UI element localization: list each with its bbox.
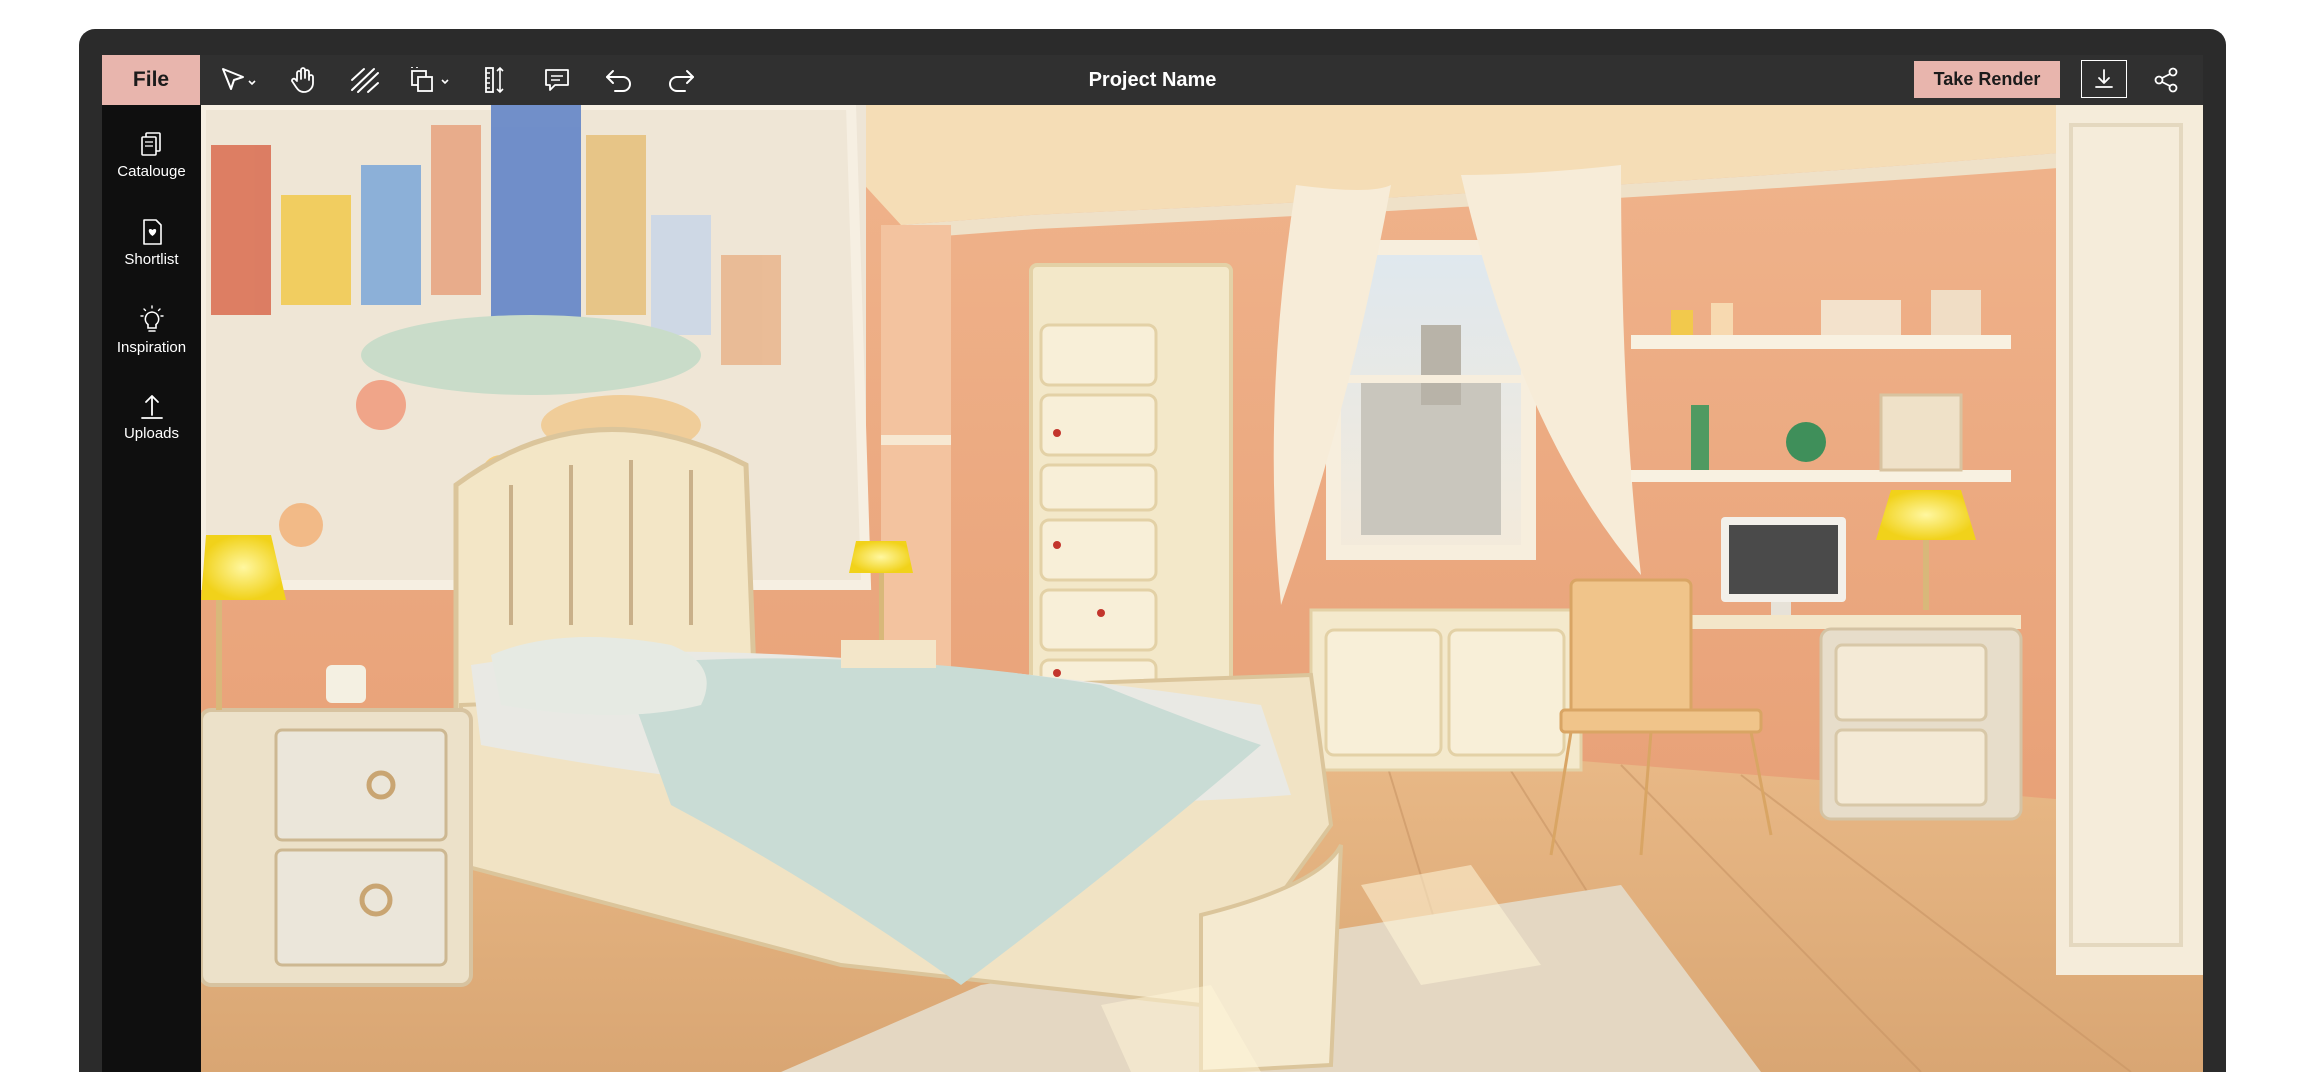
app-window: File Project Name Take Render Catalouge … bbox=[79, 29, 2226, 1072]
top-toolbar: File Project Name Take Render bbox=[102, 55, 2203, 105]
undo-icon bbox=[606, 70, 631, 92]
undo-button[interactable] bbox=[599, 64, 639, 96]
sidebar-item-label: Catalouge bbox=[117, 163, 186, 180]
shortlist-icon bbox=[142, 219, 162, 245]
comment-icon bbox=[545, 69, 569, 91]
share-icon bbox=[2154, 67, 2178, 93]
cursor-arrow-icon bbox=[222, 68, 256, 90]
catalogue-icon bbox=[140, 132, 161, 156]
object-tool-button[interactable] bbox=[407, 64, 455, 96]
bedroom-render-image bbox=[201, 105, 2203, 1072]
redo-icon bbox=[669, 70, 694, 92]
comment-tool-button[interactable] bbox=[537, 64, 577, 96]
sidebar-item-label: Uploads bbox=[123, 425, 180, 442]
upload-icon bbox=[140, 395, 163, 419]
sidebar-item-uploads[interactable]: Uploads bbox=[102, 389, 201, 463]
take-render-button[interactable]: Take Render bbox=[1914, 61, 2060, 98]
sidebar-item-inspiration[interactable]: Inspiration bbox=[102, 303, 201, 377]
measure-tool-button[interactable] bbox=[475, 64, 515, 96]
sidebar-item-label: Shortlist bbox=[124, 251, 179, 268]
lightbulb-icon bbox=[139, 305, 164, 332]
download-button[interactable] bbox=[2081, 60, 2127, 98]
download-icon bbox=[2095, 69, 2113, 88]
project-name-title[interactable]: Project Name bbox=[1089, 55, 1217, 105]
redo-button[interactable] bbox=[661, 64, 701, 96]
file-menu-button[interactable]: File bbox=[102, 55, 200, 105]
share-button[interactable] bbox=[2148, 62, 2184, 98]
left-sidebar: Catalouge Shortlist Inspiration Uploads bbox=[102, 105, 201, 1072]
render-canvas[interactable] bbox=[201, 105, 2203, 1072]
ruler-icon bbox=[485, 66, 504, 94]
sidebar-item-label: Inspiration bbox=[116, 339, 187, 356]
pan-tool-button[interactable] bbox=[283, 64, 323, 96]
hand-icon bbox=[291, 67, 314, 93]
sidebar-item-catalogue[interactable]: Catalouge bbox=[102, 127, 201, 201]
hatch-tool-button[interactable] bbox=[345, 64, 385, 96]
layers-dropdown-icon bbox=[411, 67, 449, 92]
hatch-icon bbox=[351, 68, 379, 93]
sidebar-item-shortlist[interactable]: Shortlist bbox=[102, 215, 201, 289]
select-tool-button[interactable] bbox=[215, 64, 263, 96]
